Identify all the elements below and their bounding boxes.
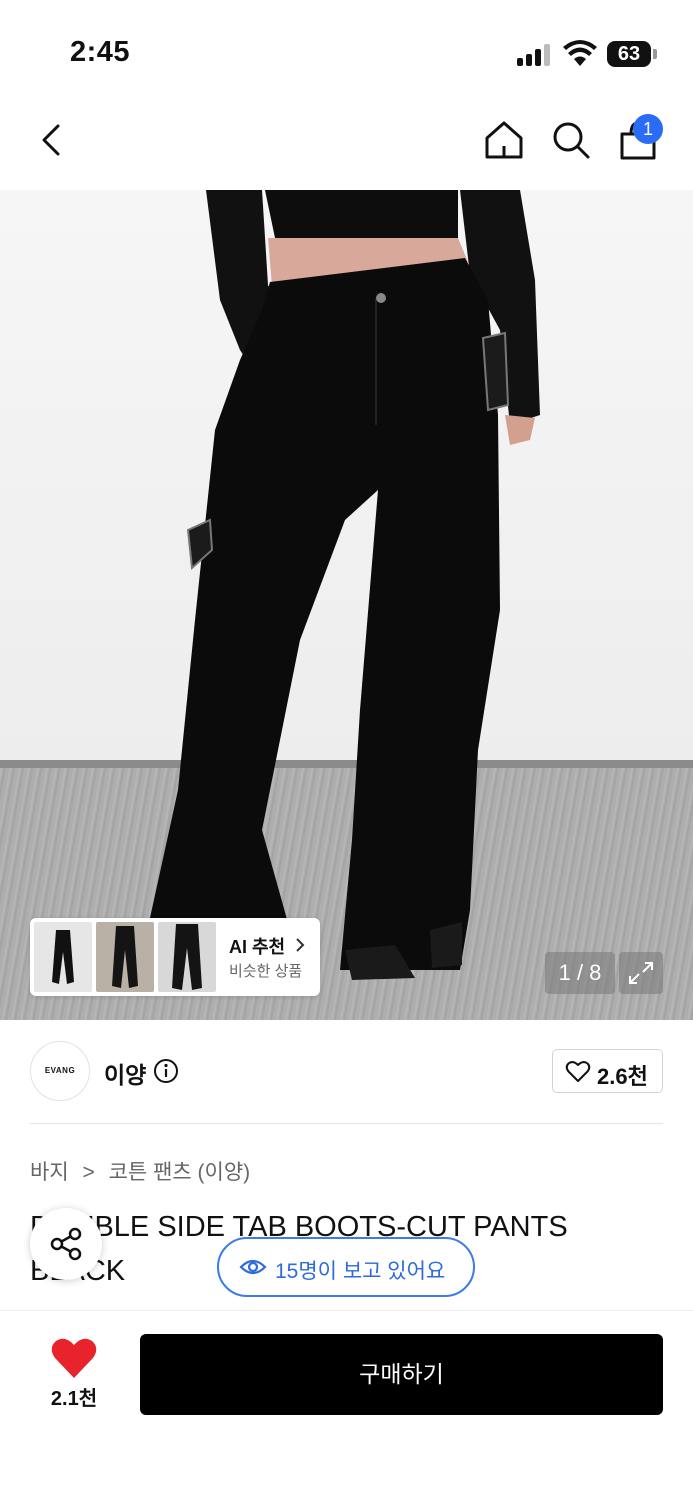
ai-recommend-label: AI 추천: [229, 937, 286, 957]
product-photo-pants: [150, 190, 540, 980]
status-bar: 2:45 63: [0, 0, 693, 100]
wifi-icon: [563, 40, 597, 66]
thumbnail-3[interactable]: [158, 922, 216, 992]
brand-logo[interactable]: EVANG: [30, 1041, 90, 1101]
brand-name[interactable]: 이양: [104, 1056, 146, 1090]
heart-icon[interactable]: [50, 1336, 98, 1380]
image-pager: 1 / 8: [545, 952, 615, 994]
like-count: 2.1천: [50, 1388, 98, 1410]
info-icon[interactable]: [153, 1058, 179, 1084]
viewers-count-text: 15명이 보고 있어요: [275, 1260, 446, 1283]
viewers-count-badge: 15명이 보고 있어요: [217, 1237, 475, 1297]
cellular-signal-icon: [517, 44, 551, 66]
product-image-gallery[interactable]: [0, 190, 693, 1020]
home-icon[interactable]: [482, 118, 526, 162]
breadcrumb: 바지 > 코튼 팬츠 (이양): [30, 1156, 250, 1186]
top-nav-bar: [0, 100, 693, 190]
chevron-left-icon[interactable]: [30, 118, 74, 162]
brand-like-count: 2.6천: [597, 1064, 648, 1089]
breadcrumb-category[interactable]: 바지: [30, 1161, 69, 1184]
heart-outline-icon: [565, 1061, 591, 1082]
ai-recommend-title[interactable]: AI 추천: [229, 933, 306, 959]
brand-like-button[interactable]: 2.6천: [552, 1049, 663, 1093]
share-icon: [50, 1227, 82, 1261]
buy-button[interactable]: 구매하기: [140, 1334, 663, 1415]
cart-count-badge: 1: [633, 114, 663, 144]
eye-icon: [239, 1259, 267, 1275]
breadcrumb-separator: >: [82, 1161, 95, 1184]
breadcrumb-subcategory[interactable]: 코튼 팬츠 (이양): [109, 1161, 251, 1184]
brand-row: EVANG 이양 2.6천: [30, 1020, 663, 1124]
search-icon[interactable]: [549, 118, 593, 162]
thumbnail-1[interactable]: [34, 922, 92, 992]
thumbnail-2[interactable]: [96, 922, 154, 992]
expand-icon[interactable]: [619, 952, 663, 994]
ai-recommend-subtitle: 비슷한 상품: [229, 963, 303, 980]
chevron-right-icon: [296, 938, 305, 952]
battery-indicator: 63: [607, 41, 651, 67]
share-button[interactable]: [30, 1208, 102, 1280]
battery-tip: [653, 49, 657, 59]
status-time: 2:45: [70, 36, 131, 68]
